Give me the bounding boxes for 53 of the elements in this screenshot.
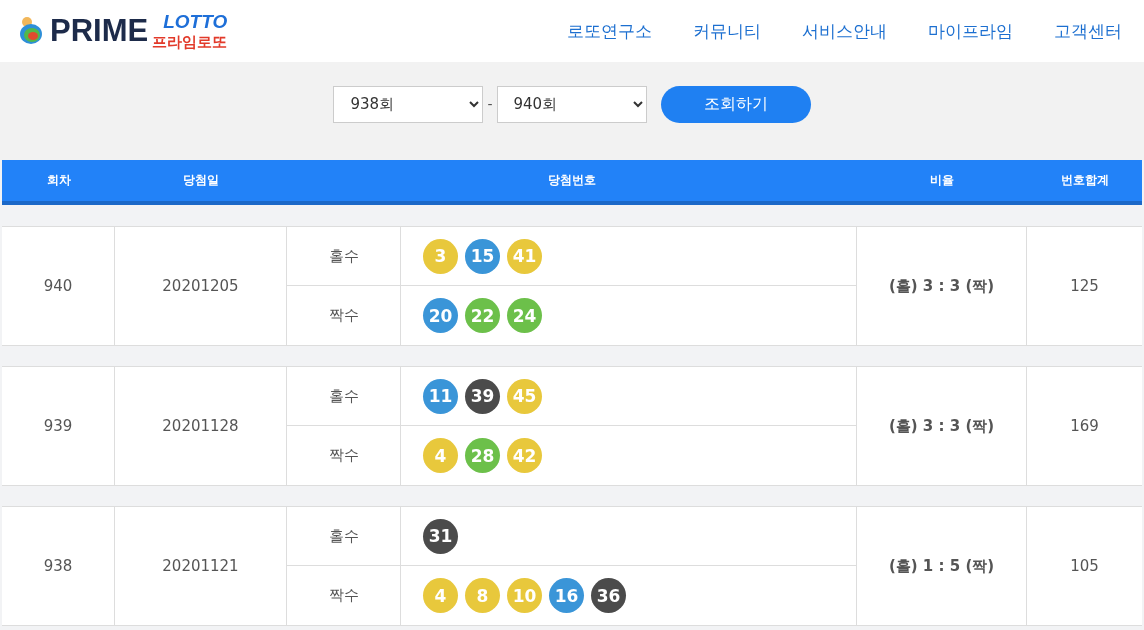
number-ball: 41 bbox=[507, 238, 542, 274]
end-round-select[interactable]: 940회 bbox=[496, 85, 647, 123]
number-ball: 20 bbox=[423, 298, 458, 333]
start-round-select[interactable]: 938회 bbox=[333, 85, 484, 123]
column-header: 당첨일 bbox=[182, 172, 220, 189]
number-ball: 4 bbox=[423, 438, 458, 473]
label-cell: 홀수 bbox=[287, 367, 401, 426]
number-ball: 8 bbox=[465, 578, 500, 613]
logo-wordmark: PRIME bbox=[50, 13, 149, 49]
ratio-cell: (홀) 3 : 3 (짝) bbox=[857, 227, 1027, 345]
column-header: 회차 bbox=[45, 172, 72, 189]
number-ball: 3 bbox=[423, 238, 458, 274]
sum-cell-text: 169 bbox=[1069, 416, 1100, 437]
date-cell: 20201121 bbox=[115, 507, 287, 625]
number-ball: 42 bbox=[507, 438, 542, 473]
column-header: 번호합계 bbox=[1059, 172, 1110, 189]
logo-korean-name: 프라임로또 bbox=[152, 32, 228, 52]
ratio-cell: (홀) 1 : 5 (짝) bbox=[857, 507, 1027, 625]
range-separator: - bbox=[487, 96, 493, 112]
number-ball: 11 bbox=[423, 378, 458, 414]
number-ball: 28 bbox=[465, 438, 500, 473]
sum-cell-text: 105 bbox=[1069, 556, 1100, 577]
label-cell: 짝수 bbox=[287, 566, 401, 625]
number-ball: 15 bbox=[465, 238, 500, 274]
sum-cell-text: 125 bbox=[1069, 276, 1100, 297]
logo-subtitle: LOTTO bbox=[163, 10, 228, 33]
nav-link[interactable]: 서비스안내 bbox=[802, 19, 887, 43]
label-cell: 짝수 bbox=[287, 286, 401, 345]
label-cell: 짝수 bbox=[287, 426, 401, 485]
round-cell: 940 bbox=[2, 227, 115, 345]
nav-link[interactable]: 로또연구소 bbox=[567, 19, 652, 43]
label-cell: 홀수 bbox=[287, 227, 401, 286]
number-ball: 4 bbox=[423, 578, 458, 613]
number-ball: 36 bbox=[591, 578, 626, 613]
number-ball: 45 bbox=[507, 378, 542, 414]
label-cell: 홀수 bbox=[287, 507, 401, 566]
date-cell: 20201205 bbox=[115, 227, 287, 345]
nav-link[interactable]: 커뮤니티 bbox=[693, 19, 761, 43]
nav-link[interactable]: 마이프라임 bbox=[928, 19, 1013, 43]
round-cell: 938 bbox=[2, 507, 115, 625]
number-ball: 24 bbox=[507, 298, 542, 333]
column-header: 비율 bbox=[929, 172, 955, 189]
number-ball: 22 bbox=[465, 298, 500, 333]
nav-link[interactable]: 고객센터 bbox=[1054, 19, 1122, 43]
number-ball: 31 bbox=[423, 518, 458, 554]
number-ball: 39 bbox=[465, 378, 500, 414]
number-ball: 16 bbox=[549, 578, 584, 613]
date-cell: 20201128 bbox=[115, 367, 287, 485]
column-header: 당첨번호 bbox=[547, 172, 597, 189]
ratio-cell: (홀) 3 : 3 (짝) bbox=[857, 367, 1027, 485]
round-cell: 939 bbox=[2, 367, 115, 485]
number-ball: 10 bbox=[507, 578, 542, 613]
search-button[interactable]: 조회하기 bbox=[660, 85, 811, 123]
